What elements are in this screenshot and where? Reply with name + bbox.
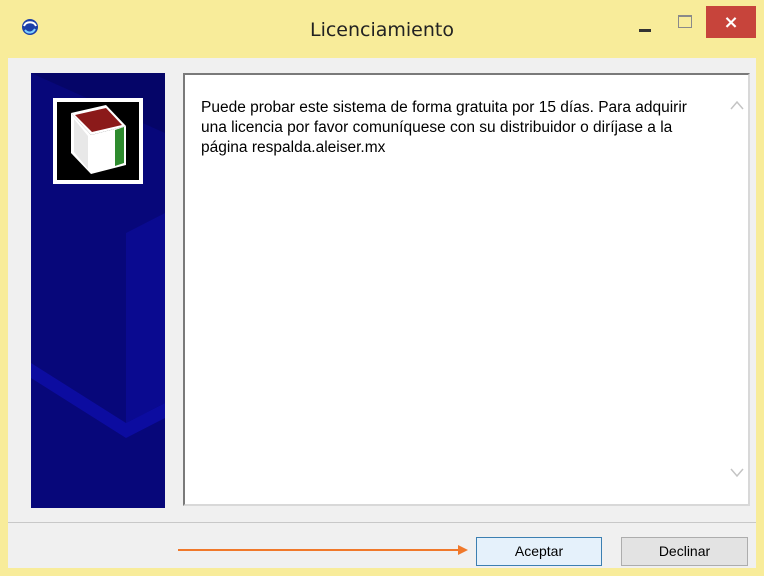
vertical-scrollbar[interactable] [726,75,748,504]
chevron-down-icon[interactable] [730,467,744,481]
annotation-arrow [178,545,468,555]
license-message: Puede probar este sistema de forma gratu… [201,99,687,156]
box-logo-icon [53,98,143,184]
decline-button[interactable]: Declinar [621,537,748,566]
title-bar[interactable]: Licenciamiento × [0,0,764,58]
accept-button[interactable]: Aceptar [476,537,602,566]
footer-divider [8,522,756,523]
dialog-body: Puede probar este sistema de forma gratu… [8,58,756,568]
license-text-box[interactable]: Puede probar este sistema de forma gratu… [183,73,750,506]
license-dialog: Licenciamiento × Puede probar este siste… [0,0,764,576]
close-button[interactable]: × [706,6,756,38]
close-icon: × [723,12,739,33]
minimize-button[interactable] [629,6,663,38]
maximize-button[interactable] [665,6,705,38]
side-banner [31,73,165,508]
chevron-up-icon[interactable] [730,99,744,113]
